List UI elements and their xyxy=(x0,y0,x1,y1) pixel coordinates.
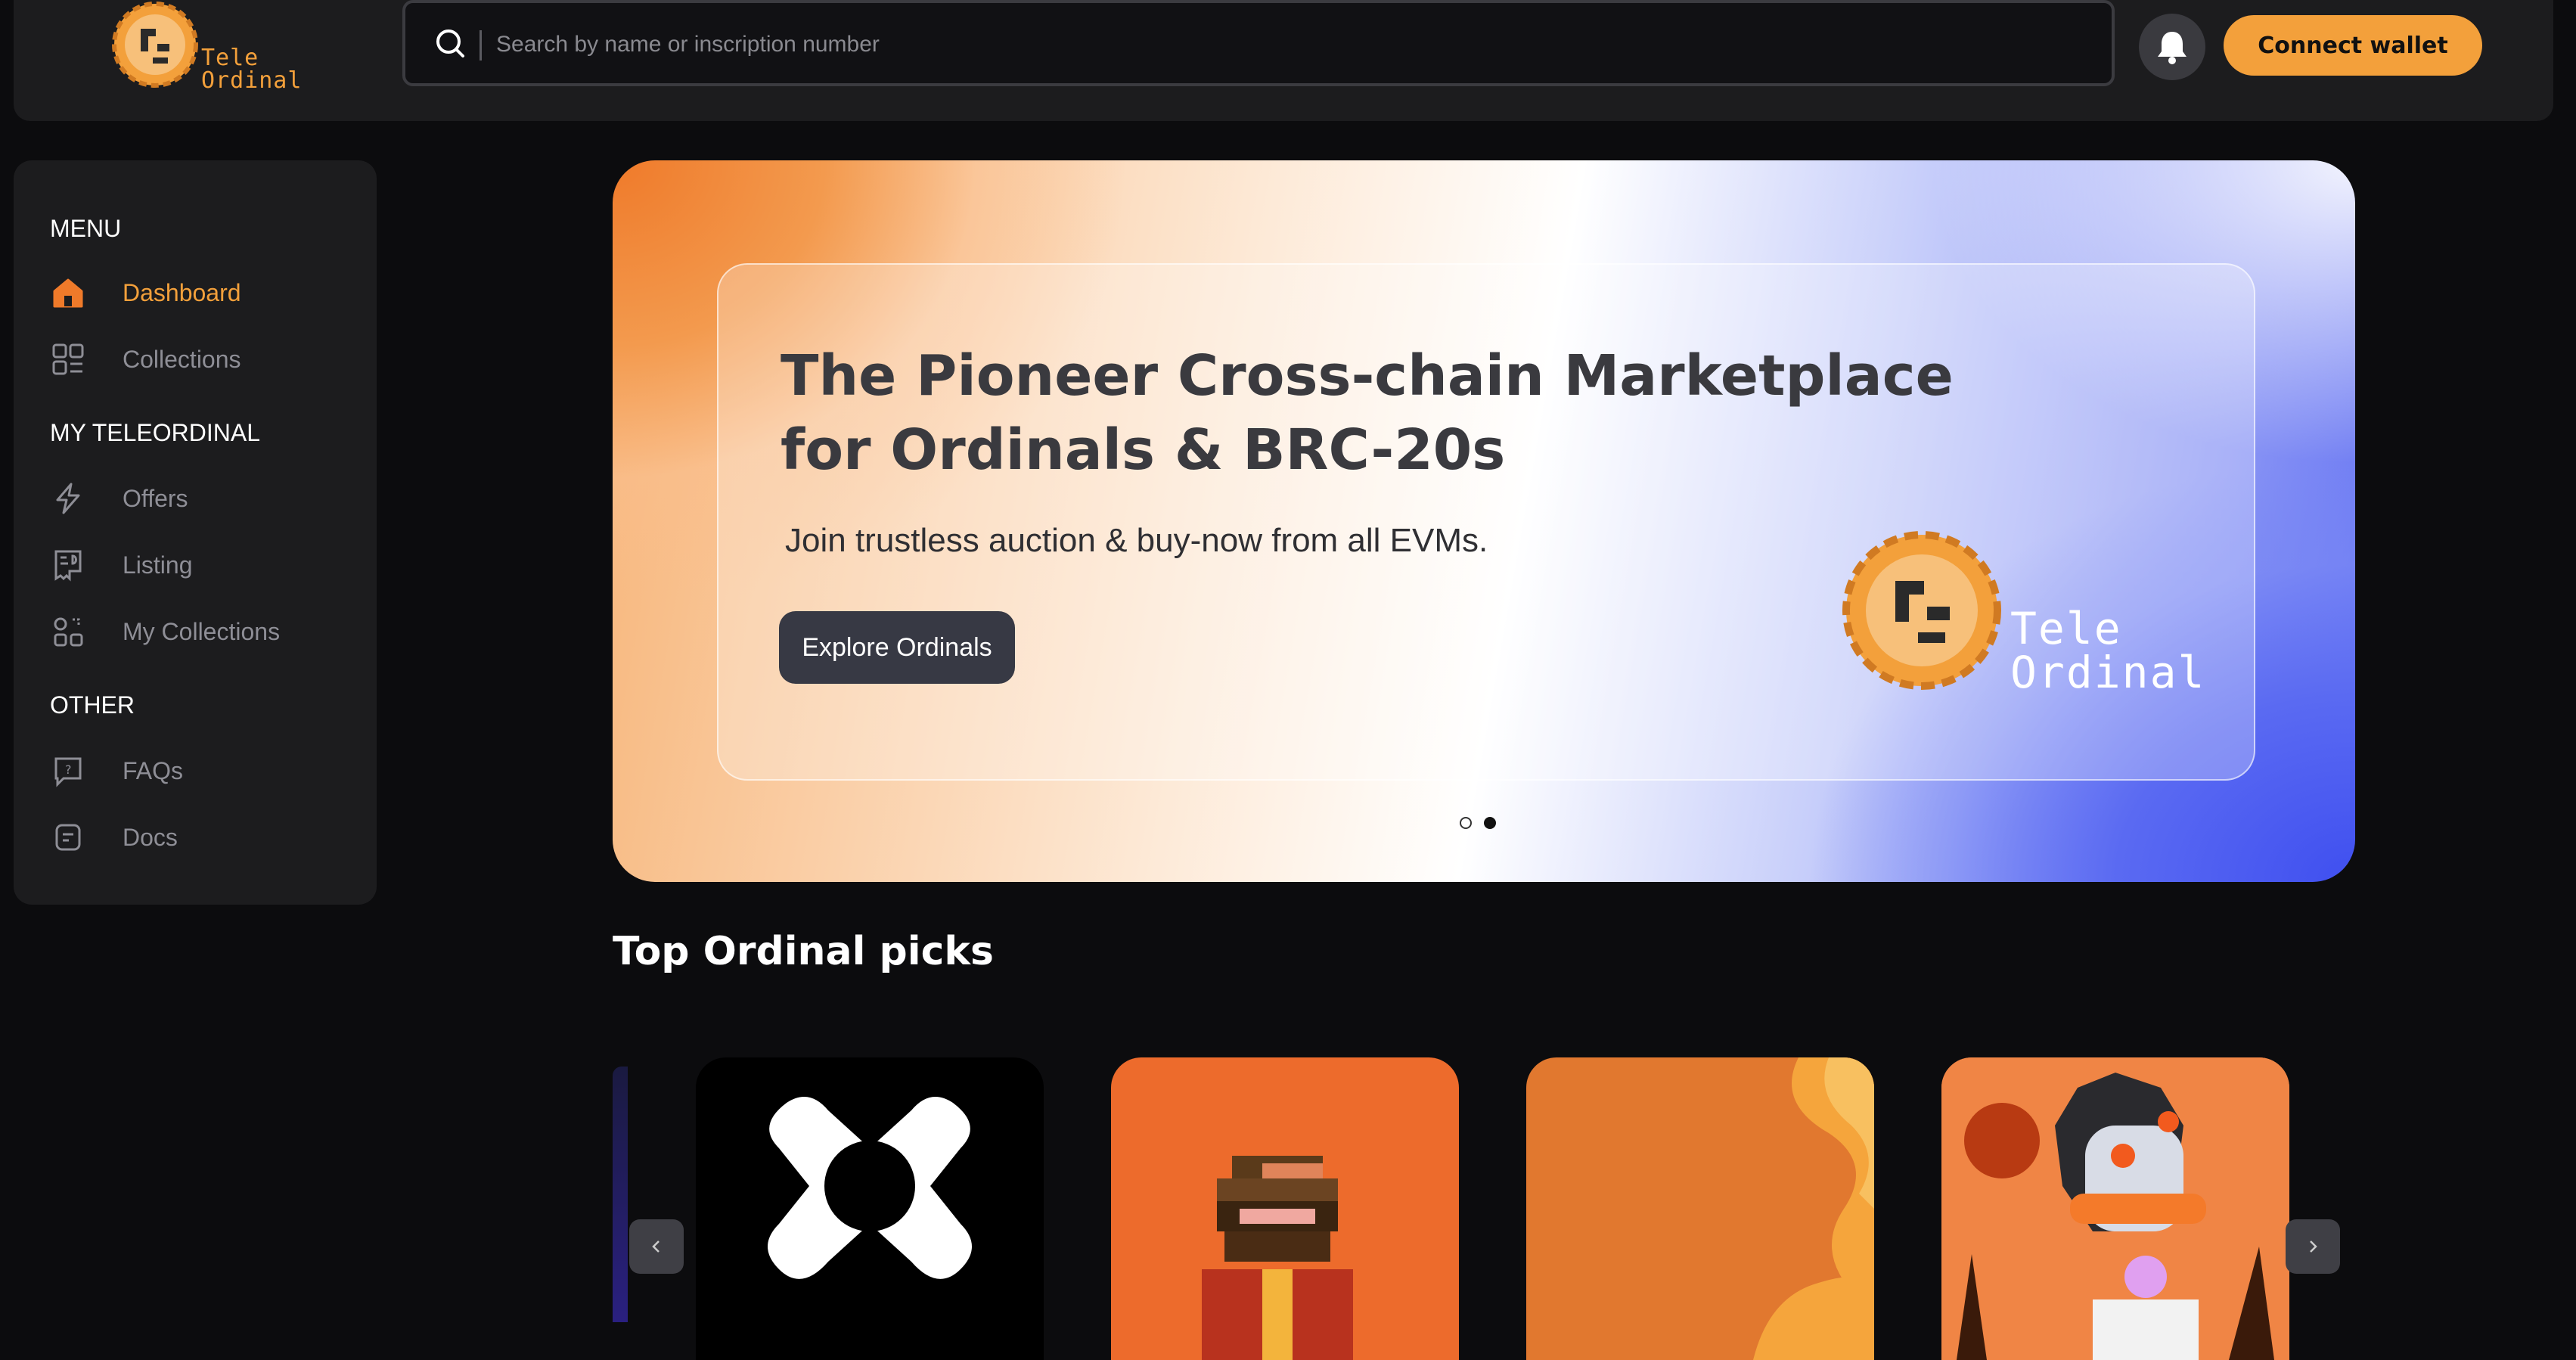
sidebar-item-dashboard[interactable]: Dashboard xyxy=(50,266,368,319)
connect-wallet-button[interactable]: Connect wallet xyxy=(2224,15,2482,76)
doc-icon xyxy=(50,819,86,855)
coin-logo-icon xyxy=(1842,531,2001,690)
sidebar-item-label: Listing xyxy=(123,551,193,579)
top-picks-title: Top Ordinal picks xyxy=(613,929,994,974)
sidebar-item-faqs[interactable]: ? FAQs xyxy=(50,744,368,797)
search-input[interactable] xyxy=(495,20,2086,70)
hero-logo-line-1: Tele xyxy=(2010,603,2122,654)
sidebar-item-label: Collections xyxy=(123,345,241,373)
sidebar-section-menu: MENU xyxy=(50,215,122,242)
sidebar: MENU Dashboard Collections MY TELEORDINA… xyxy=(14,160,377,905)
top-bar: Tele Ordinal Connect wallet xyxy=(14,0,2553,121)
sidebar-item-label: Offers xyxy=(123,484,188,512)
shapes-icon xyxy=(50,613,86,650)
nft-card-partial[interactable] xyxy=(613,1067,628,1322)
notifications-button[interactable] xyxy=(2139,14,2205,80)
sidebar-item-offers[interactable]: Offers xyxy=(50,472,368,525)
home-icon xyxy=(50,275,86,311)
sidebar-item-label: Dashboard xyxy=(123,278,241,306)
nft-card[interactable] xyxy=(1111,1057,1459,1360)
bell-icon xyxy=(2158,32,2186,64)
sidebar-item-collections[interactable]: Collections xyxy=(50,333,368,386)
search-divider xyxy=(480,30,482,61)
sidebar-section-my-teleordinal: MY TELEORDINAL xyxy=(50,419,261,446)
logo-line-2: Ordinal xyxy=(201,67,303,94)
sidebar-item-label: My Collections xyxy=(123,617,281,645)
carousel-prev-button[interactable] xyxy=(629,1219,684,1274)
sidebar-section-other: OTHER xyxy=(50,691,135,719)
sidebar-item-label: Docs xyxy=(123,823,178,851)
chat-question-icon: ? xyxy=(50,753,86,789)
hero-title: The Pioneer Cross-chain Marketplace for … xyxy=(781,343,1954,483)
teleordinal-logo[interactable]: Tele Ordinal xyxy=(110,0,303,94)
search-icon xyxy=(436,29,464,57)
carousel-next-button[interactable] xyxy=(2286,1219,2340,1274)
chevron-right-icon xyxy=(2310,1240,2317,1253)
hero-teleordinal-logo: Tele Ordinal xyxy=(1842,531,2205,705)
hero-banner: The Pioneer Cross-chain Marketplace for … xyxy=(613,160,2355,882)
logo-line-1: Tele xyxy=(201,45,259,71)
nft-cross-image xyxy=(768,1097,972,1279)
nft-robot-character-image xyxy=(1941,1057,2289,1360)
nft-pixel-character-image xyxy=(1202,1156,1353,1360)
coin-logo-icon xyxy=(112,2,198,88)
nft-card[interactable] xyxy=(1526,1057,1874,1360)
sidebar-item-label: FAQs xyxy=(123,756,184,784)
explore-ordinals-button[interactable]: Explore Ordinals xyxy=(779,611,1015,684)
receipt-icon xyxy=(50,547,86,583)
sidebar-item-docs[interactable]: Docs xyxy=(50,811,368,864)
svg-text:?: ? xyxy=(65,762,72,777)
carousel-dot-1[interactable] xyxy=(1460,817,1472,829)
search-bar[interactable] xyxy=(402,0,2115,86)
chevron-left-icon xyxy=(652,1240,660,1253)
nft-card[interactable] xyxy=(1941,1057,2289,1360)
carousel-dot-2[interactable] xyxy=(1484,817,1496,829)
sidebar-item-my-collections[interactable]: My Collections xyxy=(50,605,368,658)
nft-card[interactable] xyxy=(696,1057,1044,1360)
hero-logo-line-2: Ordinal xyxy=(2010,647,2206,698)
nft-wave-image xyxy=(1753,1057,1874,1360)
hero-subtitle: Join trustless auction & buy-now from al… xyxy=(785,522,1488,559)
grid-icon xyxy=(50,341,86,377)
lightning-icon xyxy=(50,480,86,517)
sidebar-item-listing[interactable]: Listing xyxy=(50,539,368,592)
